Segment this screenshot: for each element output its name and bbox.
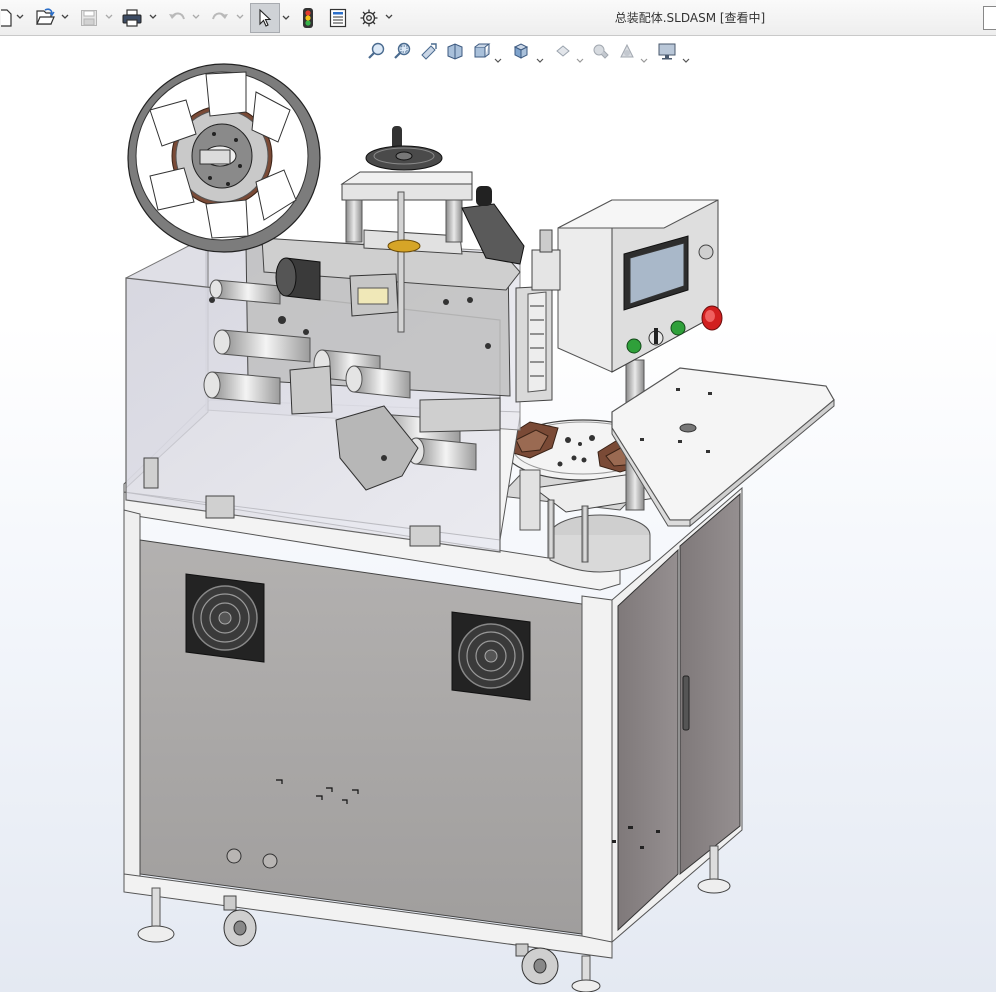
chevron-down-icon <box>61 14 69 20</box>
new-document-icon <box>1 9 13 27</box>
select-dropdown[interactable] <box>281 11 291 25</box>
start-button <box>626 338 642 354</box>
save-dropdown[interactable] <box>104 10 114 24</box>
side-table <box>611 359 835 528</box>
chevron-down-icon <box>282 15 290 21</box>
document-title: 总装配体.SLDASM [查看中] <box>614 11 766 25</box>
new-document-button[interactable] <box>0 4 14 32</box>
emergency-stop-button <box>701 305 723 331</box>
undo-icon <box>167 9 187 27</box>
tape-reel <box>127 63 321 253</box>
cooling-fan <box>185 573 265 663</box>
save-icon <box>80 9 98 27</box>
assembly-model[interactable] <box>0 36 996 992</box>
open-button[interactable] <box>31 4 57 32</box>
chevron-down-icon <box>105 14 113 20</box>
rebuild-button[interactable] <box>297 4 319 32</box>
chevron-down-icon <box>16 14 24 20</box>
leveling-foot <box>571 955 601 992</box>
title-bar: 总装配体.SLDASM [查看中] <box>0 0 996 36</box>
brass-nut <box>387 239 421 253</box>
open-dropdown[interactable] <box>60 10 70 24</box>
machine-cabinet <box>123 486 743 992</box>
chevron-down-icon <box>385 14 393 20</box>
chevron-down-icon <box>236 14 244 20</box>
undo-dropdown[interactable] <box>191 10 201 24</box>
open-folder-icon <box>33 8 55 28</box>
redo-icon <box>210 9 230 27</box>
redo-dropdown[interactable] <box>235 10 245 24</box>
options-dropdown[interactable] <box>384 10 394 24</box>
reset-button <box>670 320 686 336</box>
properties-icon <box>329 8 347 28</box>
select-button[interactable] <box>250 3 280 33</box>
handwheel <box>365 145 443 171</box>
cursor-icon <box>257 8 273 28</box>
new-document-dropdown[interactable] <box>15 10 25 24</box>
save-button[interactable] <box>77 4 101 32</box>
chevron-down-icon <box>192 14 200 20</box>
options-button[interactable] <box>357 4 381 32</box>
cooling-fan <box>451 611 531 701</box>
chevron-down-icon <box>149 14 157 20</box>
printer-icon <box>121 8 143 28</box>
window-control[interactable] <box>983 6 996 30</box>
file-properties-button[interactable] <box>326 4 350 32</box>
traffic-light-icon <box>302 7 314 29</box>
gear-icon <box>359 8 379 28</box>
print-button[interactable] <box>119 4 145 32</box>
undo-button[interactable] <box>165 4 189 32</box>
print-dropdown[interactable] <box>148 10 158 24</box>
graphics-area[interactable] <box>0 36 996 992</box>
drive-roller <box>275 257 321 301</box>
redo-button[interactable] <box>208 4 232 32</box>
control-panel-box <box>557 199 723 373</box>
